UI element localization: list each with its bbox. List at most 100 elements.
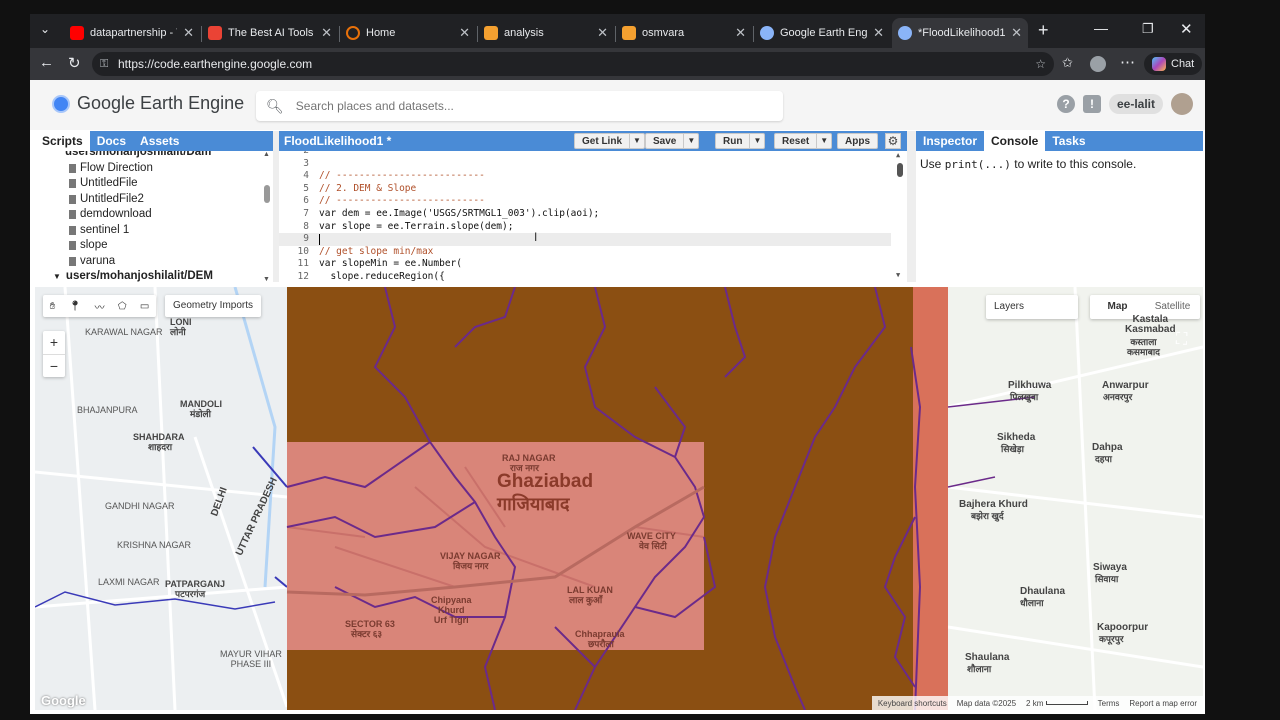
browser-tab[interactable]: The Best AI Tools for ✕	[202, 18, 338, 48]
zoom-out-button[interactable]: −	[43, 354, 65, 378]
close-icon[interactable]: ✕	[735, 25, 746, 41]
browser-tab[interactable]: analysis ✕	[478, 18, 614, 48]
code-area[interactable]: 2 3 4// -------------------------- 5// 2…	[279, 151, 907, 282]
layers-button[interactable]: Layers	[986, 295, 1078, 319]
hand-icon[interactable]: ✋︎	[50, 301, 56, 312]
search-box[interactable]: 🔍︎	[256, 91, 783, 121]
tab-console[interactable]: Console	[984, 131, 1046, 151]
window-close-icon[interactable]: ✕	[1180, 20, 1193, 38]
browser-tab[interactable]: Google Earth Engine ✕	[754, 18, 890, 48]
more-menu-icon[interactable]: ⋯	[1120, 53, 1135, 71]
tab-assets[interactable]: Assets	[133, 131, 186, 151]
new-tab-icon[interactable]: +	[1038, 20, 1049, 41]
map-label: Sikheda	[997, 432, 1036, 443]
tree-file[interactable]: sentinel 1	[35, 223, 261, 239]
scroll-up-icon[interactable]: ▲	[263, 151, 270, 158]
tree-file[interactable]: Flow Direction	[35, 161, 261, 177]
gee-logo[interactable]: Google Earth Engine	[52, 93, 244, 114]
tree-file[interactable]: UntitledFile	[35, 176, 261, 192]
line-icon[interactable]: 〰	[95, 299, 105, 314]
reset-button[interactable]: Reset ▼	[774, 133, 833, 149]
browser-tab[interactable]: Home ✕	[340, 18, 476, 48]
site-info-icon[interactable]: ⚿	[100, 52, 108, 76]
restore-icon[interactable]: ❐	[1142, 21, 1154, 37]
dropdown-icon[interactable]: ▼	[816, 134, 831, 148]
apps-button[interactable]: Apps	[837, 133, 878, 149]
browser-tab[interactable]: osmvara ✕	[616, 18, 752, 48]
browser-tab[interactable]: datapartnership - Yo ✕	[64, 18, 200, 48]
code-line: 3	[303, 157, 309, 169]
scroll-thumb[interactable]	[897, 163, 903, 177]
save-button[interactable]: Save ▼	[645, 133, 700, 149]
editor-scrollbar[interactable]: ▲ ▼	[896, 151, 904, 279]
report-map-error-link[interactable]: Report a map error	[1129, 699, 1197, 708]
scroll-down-icon[interactable]: ▼	[263, 276, 270, 283]
close-icon[interactable]: ✕	[1011, 25, 1022, 41]
get-link-button[interactable]: Get Link ▼	[574, 133, 645, 149]
reload-icon[interactable]: ↻	[68, 54, 81, 72]
scroll-up-icon[interactable]: ▲	[896, 151, 900, 159]
tree-scrollbar[interactable]: ▲ ▼	[263, 151, 271, 283]
avatar[interactable]	[1171, 93, 1193, 115]
run-button[interactable]: Run ▼	[715, 133, 766, 149]
scroll-down-icon[interactable]: ▼	[896, 271, 900, 279]
url-field[interactable]: ⚿ https://code.earthengine.google.com ☆	[92, 52, 1054, 76]
file-icon	[69, 210, 76, 220]
close-icon[interactable]: ✕	[183, 25, 194, 41]
close-icon[interactable]: ✕	[597, 25, 608, 41]
bookmark-star-icon[interactable]: ☆	[1035, 52, 1046, 76]
code-line: 4// --------------------------	[303, 170, 485, 182]
browser-window: ⌄ datapartnership - Yo ✕ The Best AI Too…	[30, 14, 1205, 714]
feedback-icon[interactable]: !	[1082, 95, 1101, 113]
tree-folder[interactable]: users/mohanjoshilalit/Dam	[35, 151, 261, 161]
browser-tab-active[interactable]: *FloodLikelihood1 ✕	[892, 18, 1028, 48]
map-label: PATPARGANJ	[165, 579, 226, 589]
minimize-icon[interactable]: —	[1094, 20, 1108, 36]
google-logo[interactable]: Google	[41, 693, 86, 708]
rectangle-icon[interactable]: ▭	[140, 301, 149, 312]
chat-button[interactable]: Chat	[1144, 53, 1203, 75]
scroll-thumb[interactable]	[264, 185, 270, 203]
keyboard-shortcuts-link[interactable]: Keyboard shortcuts	[878, 699, 947, 708]
zoom-in-button[interactable]: +	[43, 331, 65, 354]
tab-strip: ⌄ datapartnership - Yo ✕ The Best AI Too…	[30, 14, 1205, 48]
tree-file[interactable]: varuna	[35, 254, 261, 270]
tree-file[interactable]: UntitledFile2	[35, 192, 261, 208]
close-icon[interactable]: ✕	[321, 25, 332, 41]
basemap-west	[35, 287, 287, 710]
map-label: शौलाना	[967, 664, 992, 674]
polygon-icon[interactable]: ⬠	[118, 301, 127, 312]
geometry-imports-button[interactable]: Geometry Imports	[165, 295, 262, 317]
panel-splitter[interactable]	[907, 131, 916, 282]
map-label: सिवाया	[1095, 574, 1119, 584]
scale-bar[interactable]: 2 km	[1026, 699, 1088, 708]
tab-scripts[interactable]: Scripts	[35, 131, 90, 151]
tree-file[interactable]: slope	[35, 238, 261, 254]
close-icon[interactable]: ✕	[873, 25, 884, 41]
tab-inspector[interactable]: Inspector	[916, 131, 984, 151]
dropdown-icon[interactable]: ▼	[629, 134, 644, 148]
gear-icon[interactable]: ⚙	[885, 133, 901, 149]
fullscreen-icon[interactable]: ⛶	[1176, 331, 1187, 349]
search-input[interactable]	[293, 98, 738, 114]
help-icon[interactable]: ?	[1056, 95, 1075, 113]
tab-search-icon[interactable]: ⌄	[40, 22, 50, 36]
map-label: Siwaya	[1093, 562, 1127, 573]
map-label: पिलखुवा	[1010, 392, 1039, 402]
tab-tasks[interactable]: Tasks	[1045, 131, 1092, 151]
tree-folder[interactable]: ▼ users/mohanjoshilalit/DEM	[35, 269, 261, 282]
back-icon[interactable]: ←	[39, 54, 54, 71]
tab-docs[interactable]: Docs	[90, 131, 133, 151]
dropdown-icon[interactable]: ▼	[749, 134, 764, 148]
point-marker-icon[interactable]: 📍︎	[69, 301, 82, 312]
map-label: GANDHI NAGAR	[105, 501, 175, 511]
profile-icon[interactable]	[1090, 56, 1106, 72]
user-project[interactable]: ee-lalit	[1108, 94, 1163, 114]
map-label: कपूरपुर	[1099, 634, 1124, 644]
dropdown-icon[interactable]: ▼	[683, 134, 698, 148]
map-canvas[interactable]: ✋︎ 📍︎ 〰 ⬠ ▭ Geometry Imports + − Layers …	[35, 287, 1203, 710]
close-icon[interactable]: ✕	[459, 25, 470, 41]
tree-file[interactable]: demdownload	[35, 207, 261, 223]
terms-link[interactable]: Terms	[1098, 699, 1120, 708]
favorites-icon[interactable]: ✩	[1062, 55, 1073, 71]
